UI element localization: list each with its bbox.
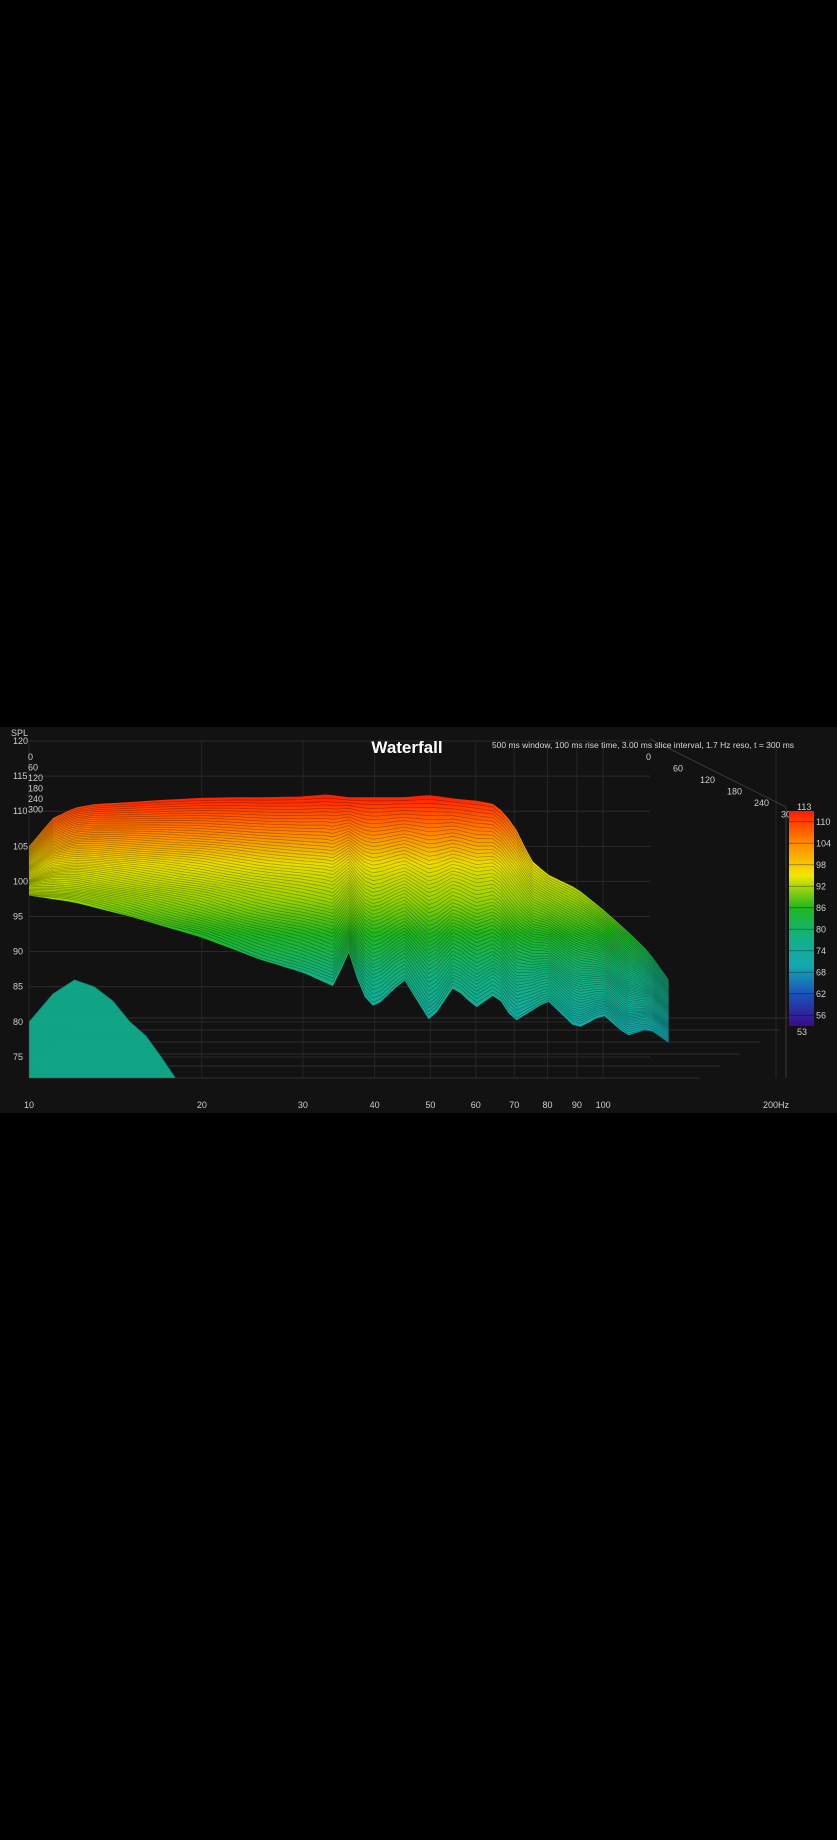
colorbar-max-label: 113 [797,802,811,812]
time-tick-right: 180 [727,787,742,797]
x-tick-label: 80 [543,1100,553,1110]
time-tick-right: 120 [700,775,715,785]
colorbar-tick-label: 110 [816,817,830,827]
time-tick-right: 240 [754,798,769,808]
front-lobe [29,979,176,1078]
chart-svg: SPL 1201151101051009590858075 10 20 30 40 50… [11,728,831,1110]
x-tick-label: 90 [572,1100,582,1110]
y-tick-label: 105 [13,841,28,851]
y-tick-label: 75 [13,1052,23,1062]
waterfall-chart: SPL 120 115 110 105 100 95 90 85 80 75 10 20 30 40 50… [0,727,837,1113]
colorbar-tick-label: 74 [816,946,826,956]
x-axis-ticks: 10 20 30 40 50 60 70 80 90 100 200Hz [24,1100,790,1110]
colorbar-tick-label: 86 [816,903,826,913]
x-tick-label: 60 [471,1100,481,1110]
y-tick-label: 85 [13,982,23,992]
x-tick-label: 20 [197,1100,207,1110]
time-ticks-right: 060120180240300 [646,752,796,820]
y-tick-label: 100 [13,876,28,886]
time-tick-left: 240 [28,794,43,804]
colorbar-tick-label: 98 [816,860,826,870]
time-ticks-left: 060120180240300 [28,752,43,815]
y-tick-label: 115 [13,771,27,781]
colorbar-tick-label: 62 [816,989,826,999]
y-tick-label: 90 [13,947,23,957]
colorbar-tick-label: 68 [816,967,826,977]
colorbar-tick-label: 104 [816,838,831,848]
time-tick-left: 60 [28,763,38,773]
time-tick-left: 300 [28,805,43,815]
y-axis-ticks: 120 115 110 105 100 95 90 85 80 75 [13,736,28,1062]
y-tick-label: 110 [13,806,27,816]
x-tick-label: 10 [24,1100,34,1110]
waterfall-surface [29,794,669,1078]
colorbar-tick-label: 56 [816,1010,826,1020]
time-tick-left: 180 [28,784,43,794]
x-tick-label: 40 [370,1100,380,1110]
x-tick-label: 30 [298,1100,308,1110]
time-tick-left: 120 [28,773,43,783]
colorbar-tick-label: 80 [816,924,826,934]
chart-title: Waterfall [371,738,442,757]
colorbar: 113 53 110 104 98 92 86 80 74 68 62 56 [789,802,831,1037]
colorbar-min-label: 53 [797,1027,807,1037]
time-tick-right: 0 [646,752,651,762]
x-tick-label: 200Hz [763,1100,790,1110]
x-tick-label: 70 [509,1100,519,1110]
y-tick-label: 120 [13,736,28,746]
x-tick-label: 100 [596,1100,611,1110]
y-tick-label: 80 [13,1017,23,1027]
y-tick-label: 95 [13,912,23,922]
time-tick-right: 60 [673,764,683,774]
colorbar-tick-label: 92 [816,881,826,891]
x-tick-label: 50 [425,1100,435,1110]
chart-subtitle: 500 ms window, 100 ms rise time, 3.00 ms… [492,740,794,750]
time-tick-left: 0 [28,752,33,762]
